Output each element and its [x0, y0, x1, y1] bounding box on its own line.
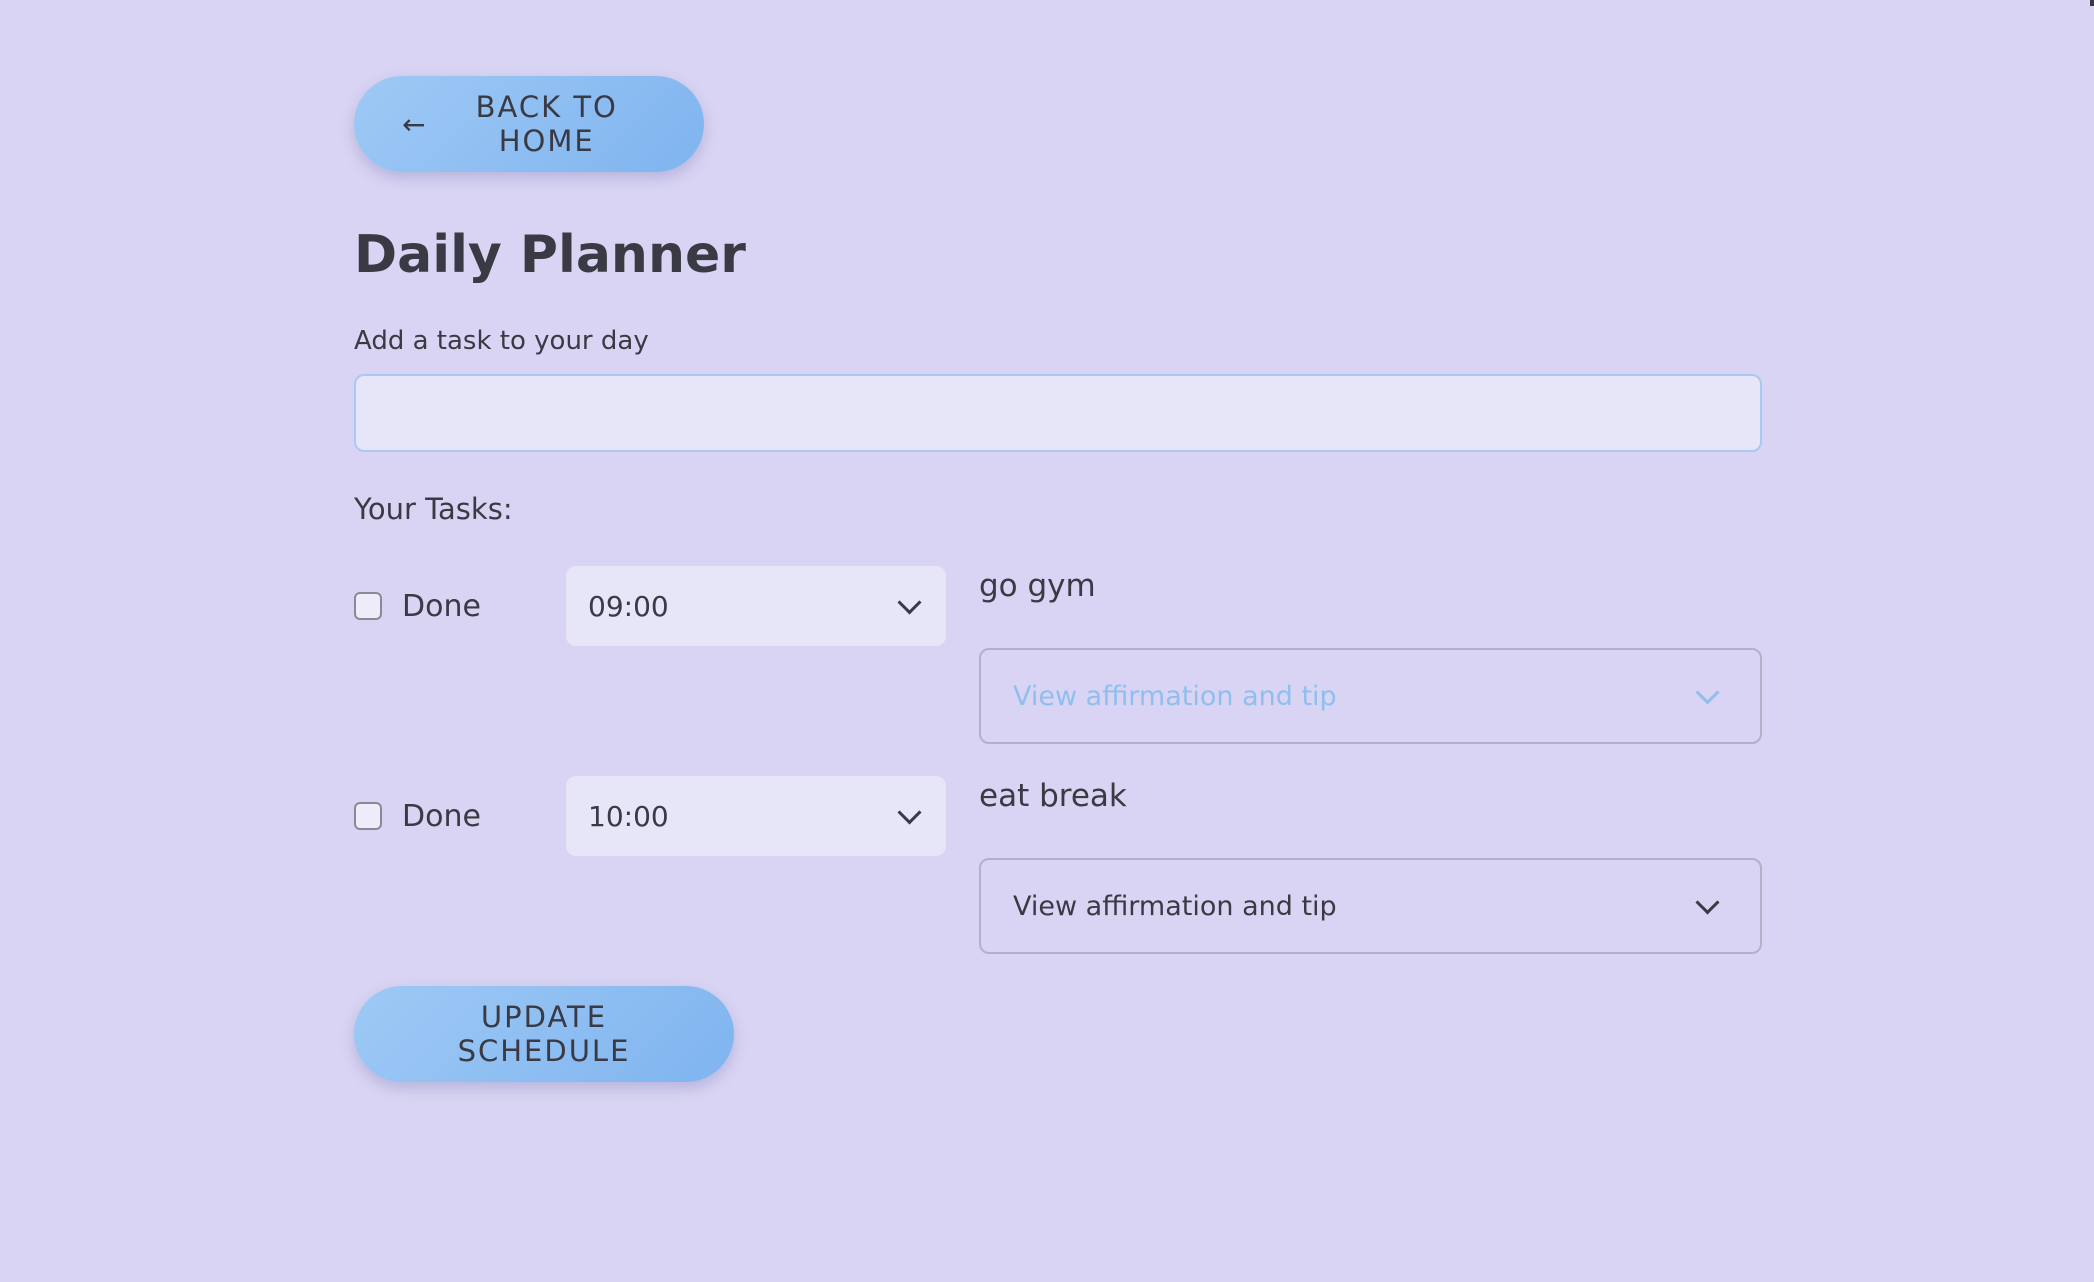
done-checkbox[interactable] [354, 592, 382, 621]
update-schedule-button[interactable]: UPDATE SCHEDULE [354, 986, 734, 1083]
affirmation-dropdown-label: View affirmation and tip [1013, 680, 1337, 712]
chevron-down-icon [1695, 890, 1720, 915]
done-toggle[interactable]: Done [354, 776, 481, 856]
affirmation-dropdown-label: View affirmation and tip [1013, 890, 1337, 922]
time-select[interactable]: 09:00 [566, 566, 946, 647]
time-select-value: 10:00 [588, 799, 669, 833]
done-checkbox[interactable] [354, 802, 382, 831]
time-select[interactable]: 10:00 [566, 776, 946, 857]
done-toggle[interactable]: Done [354, 566, 481, 646]
back-to-home-label: BACK TO HOME [475, 90, 618, 158]
chevron-down-icon [897, 800, 922, 825]
done-label: Done [402, 588, 481, 624]
corner-mark [2090, 0, 2094, 6]
arrow-left-icon: ← [402, 107, 428, 141]
add-task-label: Add a task to your day [354, 326, 649, 357]
back-to-home-button[interactable]: ← BACK TO HOME [354, 76, 704, 172]
task-text: eat break [979, 778, 1127, 815]
affirmation-dropdown[interactable]: View affirmation and tip [979, 858, 1762, 955]
task-row: Done 09:00 go gym View affirmation and t… [354, 566, 1762, 776]
time-select-value: 09:00 [588, 589, 669, 623]
task-row: Done 10:00 eat break View affirmation an… [354, 776, 1762, 986]
done-label: Done [402, 798, 481, 834]
page-title: Daily Planner [354, 225, 746, 285]
chevron-down-icon [897, 590, 922, 615]
affirmation-dropdown[interactable]: View affirmation and tip [979, 648, 1762, 745]
page: ← BACK TO HOME Daily Planner Add a task … [0, 0, 2094, 1282]
chevron-down-icon [1695, 680, 1720, 705]
tasks-heading: Your Tasks: [354, 492, 513, 527]
planner-container: ← BACK TO HOME Daily Planner Add a task … [354, 76, 1762, 1083]
add-task-input[interactable] [354, 374, 1762, 453]
task-text: go gym [979, 568, 1096, 605]
